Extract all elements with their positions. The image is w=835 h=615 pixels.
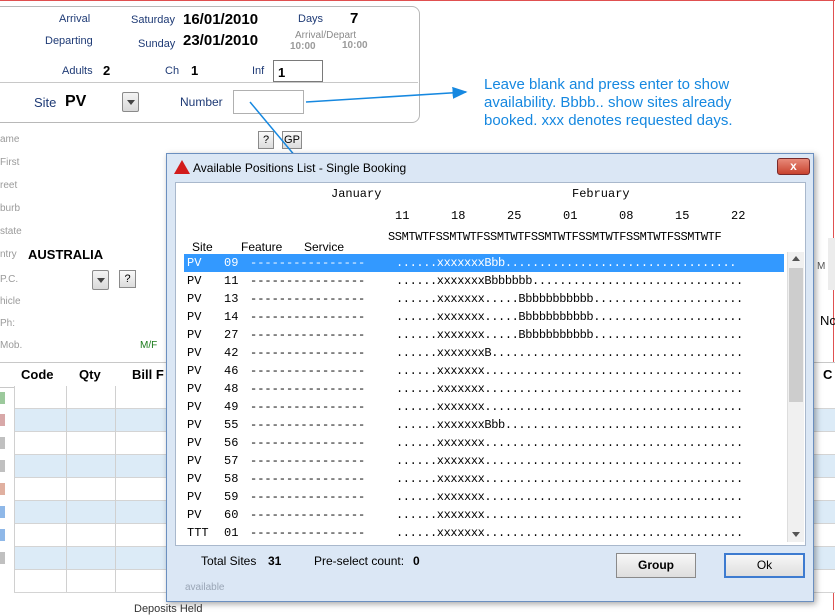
available-positions-dialog: Available Positions List - Single Bookin… — [166, 153, 814, 602]
month-label-february: February — [572, 187, 630, 201]
total-sites-value: 31 — [268, 554, 282, 568]
scroll-up-icon[interactable] — [792, 256, 800, 261]
scrollbar-thumb[interactable] — [789, 268, 803, 402]
dialog-title: Available Positions List - Single Bookin… — [193, 161, 407, 175]
close-icon: x — [790, 159, 797, 173]
list-item[interactable]: PV 55 ---------------- ......xxxxxxxBbb....… — [184, 416, 784, 434]
deposits-held-label: Deposits Held — [134, 603, 203, 615]
row-marker — [0, 552, 5, 564]
arrow-to-number — [305, 86, 468, 103]
list-item[interactable]: PV 27 ---------------- ......xxxxxxx.....Bb… — [184, 326, 784, 344]
weekday-header: SSMTWTFSSMTWTFSSMTWTFSSMTWTFSSMTWTFSSMTW… — [388, 230, 722, 244]
row-marker — [0, 460, 5, 472]
row-marker — [0, 414, 5, 426]
right-no-label: No — [820, 313, 835, 328]
day-number: 22 — [731, 209, 746, 223]
list-item[interactable]: PV 58 ---------------- ......xxxxxxx.......… — [184, 470, 784, 488]
list-item[interactable]: PV 46 ---------------- ......xxxxxxx.......… — [184, 362, 784, 380]
list-item[interactable]: PV 60 ---------------- ......xxxxxxx.......… — [184, 506, 784, 524]
row-marker — [0, 506, 5, 518]
group-button[interactable]: Group — [616, 553, 696, 578]
row-marker — [0, 483, 5, 495]
total-sites-label: Total Sites — [201, 554, 257, 568]
day-number: 18 — [451, 209, 466, 223]
row-marker — [0, 392, 5, 404]
row-marker — [0, 529, 5, 541]
right-m-label: M — [817, 261, 826, 272]
day-number: 15 — [675, 209, 690, 223]
app-logo-icon — [174, 160, 190, 174]
grid-divider — [115, 386, 116, 592]
list-item[interactable]: PV 42 ---------------- ......xxxxxxxB......… — [184, 344, 784, 362]
list-item[interactable]: PV 13 ---------------- ......xxxxxxx.....Bb… — [184, 290, 784, 308]
list-item[interactable]: PV 14 ---------------- ......xxxxxxx.....Bb… — [184, 308, 784, 326]
month-label-january: January — [331, 187, 382, 201]
list-item[interactable]: PV 57 ---------------- ......xxxxxxx.......… — [184, 452, 784, 470]
grid-divider — [66, 386, 67, 592]
day-number: 25 — [507, 209, 522, 223]
list-item[interactable]: PV 48 ---------------- ......xxxxxxx.......… — [184, 380, 784, 398]
grid-col-code[interactable]: Code — [21, 367, 54, 382]
positions-list[interactable]: PV 09 ---------------- ......xxxxxxxBbb....… — [182, 252, 790, 542]
list-item[interactable]: TTT 01 ---------------- ......xxxxxxx......… — [184, 524, 784, 542]
available-label: available — [185, 582, 225, 593]
grid-col-right[interactable]: C — [823, 367, 832, 382]
preselect-value: 0 — [413, 554, 420, 568]
row-marker — [0, 437, 5, 449]
list-item[interactable]: PV 56 ---------------- ......xxxxxxx.......… — [184, 434, 784, 452]
day-number: 01 — [563, 209, 578, 223]
list-scrollbar[interactable] — [787, 252, 804, 542]
right-edge-panel — [828, 238, 835, 290]
ok-button[interactable]: Ok — [724, 553, 805, 578]
day-number: 11 — [395, 209, 410, 223]
grid-col-qty[interactable]: Qty — [79, 367, 101, 382]
day-number: 08 — [619, 209, 634, 223]
grid-col-bill[interactable]: Bill F — [132, 367, 164, 382]
scroll-down-icon[interactable] — [792, 532, 800, 537]
list-item[interactable]: PV 49 ---------------- ......xxxxxxx.......… — [184, 398, 784, 416]
grid-divider — [14, 386, 15, 592]
list-item[interactable]: PV 09 ---------------- ......xxxxxxxBbb....… — [184, 254, 784, 272]
close-button[interactable]: x — [777, 158, 810, 175]
preselect-label: Pre-select count: — [314, 554, 405, 568]
list-item[interactable]: PV 59 ---------------- ......xxxxxxx.......… — [184, 488, 784, 506]
list-item[interactable]: PV 11 ---------------- ......xxxxxxxBbbbbbb… — [184, 272, 784, 290]
